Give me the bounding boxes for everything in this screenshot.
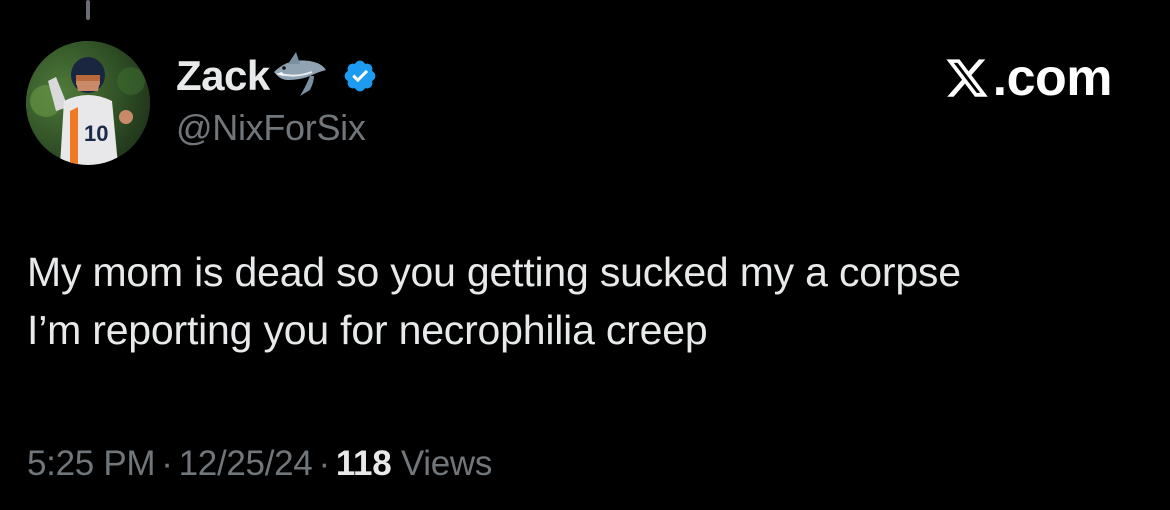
avatar[interactable]: 10 bbox=[26, 41, 150, 165]
views-count: 118 bbox=[335, 444, 392, 483]
tweet-header: Zack @NixForSix bbox=[176, 50, 378, 146]
user-handle[interactable]: @NixForSix bbox=[176, 110, 378, 146]
tweet-metadata: 5:25 PM · 12/25/24 · 118 Views bbox=[27, 444, 492, 484]
shark-emoji-icon bbox=[270, 50, 330, 102]
separator: · bbox=[161, 444, 173, 483]
separator: · bbox=[318, 444, 330, 483]
views-label: Views bbox=[400, 444, 493, 483]
x-logo-icon bbox=[943, 55, 991, 101]
display-name[interactable]: Zack bbox=[176, 55, 270, 97]
tweet-time[interactable]: 5:25 PM bbox=[27, 444, 156, 483]
tweet-date[interactable]: 12/25/24 bbox=[179, 444, 313, 483]
svg-text:10: 10 bbox=[84, 121, 108, 146]
avatar-image: 10 bbox=[26, 41, 150, 165]
tweet-text-line: My mom is dead so you getting sucked my … bbox=[27, 249, 961, 295]
tweet-body: My mom is dead so you getting sucked my … bbox=[27, 243, 1137, 359]
watermark-text: .com bbox=[992, 49, 1113, 107]
thread-connector-line bbox=[86, 0, 90, 20]
tweet-text-line: I’m reporting you for necrophilia creep bbox=[27, 307, 708, 353]
x-com-watermark: .com bbox=[943, 49, 1113, 107]
name-row: Zack bbox=[176, 50, 378, 102]
verified-badge-icon[interactable] bbox=[342, 58, 378, 94]
